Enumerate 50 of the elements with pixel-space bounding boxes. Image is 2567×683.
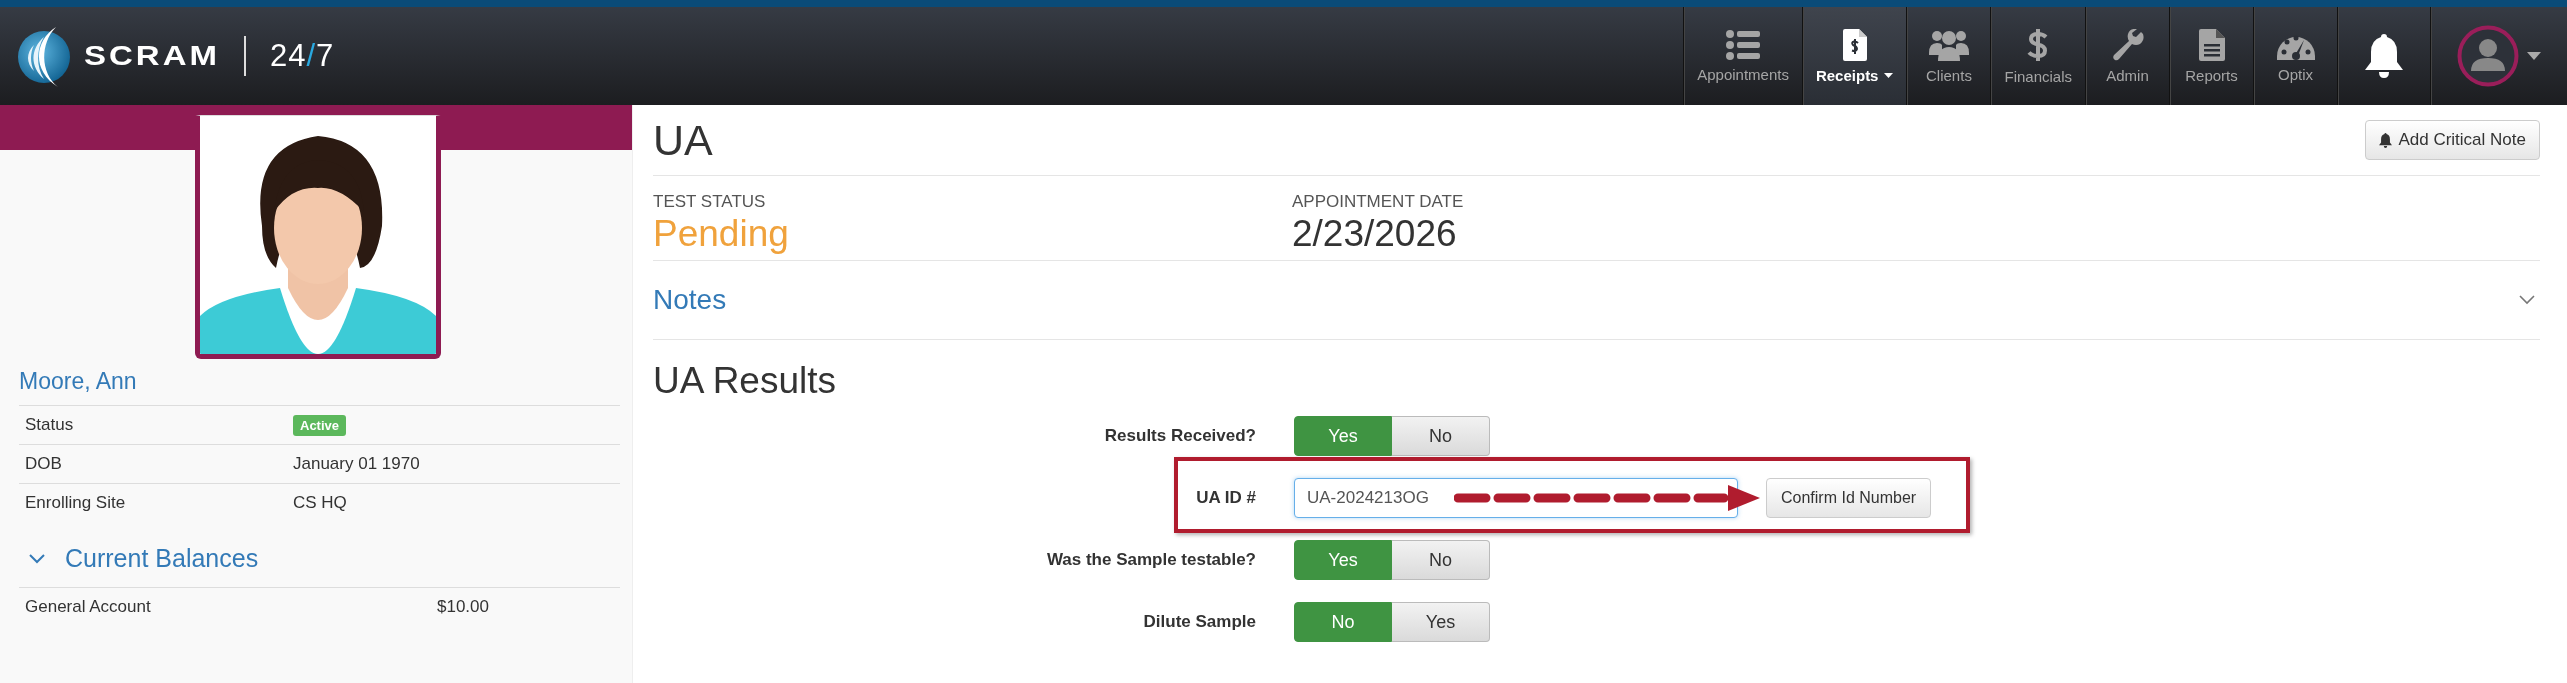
list-icon <box>1726 29 1761 60</box>
nav-tab[interactable]: Receipts <box>1801 7 1907 105</box>
section-title: UA Results <box>653 360 837 402</box>
field-label: APPOINTMENT DATE <box>1292 192 1464 212</box>
field-label: TEST STATUS <box>653 192 767 212</box>
section-title[interactable]: Current Balances <box>65 544 259 573</box>
toggle-option[interactable]: No <box>1294 602 1392 642</box>
chevron-icon[interactable] <box>2519 295 2535 305</box>
status-badge: Active <box>293 414 347 436</box>
logo-text: SCRAM <box>84 39 220 73</box>
toggle-option[interactable]: Yes <box>1392 602 1490 642</box>
avatar-icon <box>2457 25 2519 87</box>
nav-tab[interactable]: Clients <box>1906 7 1991 105</box>
detail-label: Enrolling Site <box>25 493 127 513</box>
field-label: Results Received? <box>1103 426 1256 446</box>
add-critical-note-button[interactable]: Add Critical Note <box>2365 120 2540 160</box>
balance-amount: $10.00 <box>437 597 489 617</box>
toggle-option[interactable]: Yes <box>1294 416 1392 456</box>
confirm-button[interactable]: Confirm Id Number <box>1766 478 1932 518</box>
detail-value: CS HQ <box>293 493 347 513</box>
nav-tab[interactable]: Optix <box>2253 7 2337 105</box>
field-label: Was the Sample testable? <box>1045 550 1256 570</box>
appointment-date: 2/23/2026 <box>1292 212 1458 256</box>
detail-label: DOB <box>25 454 63 474</box>
nav-tab[interactable]: Reports <box>2169 7 2253 105</box>
page-title: UA <box>653 115 713 165</box>
toggle-option[interactable]: No <box>1392 540 1490 580</box>
field-label: Dilute Sample <box>1142 612 1256 632</box>
product-name: 24/7 <box>270 38 335 74</box>
chevron-icon[interactable] <box>29 553 45 564</box>
balance-label: General Account <box>25 597 152 617</box>
receipt-icon <box>1842 28 1867 61</box>
bell-icon <box>2379 132 2393 148</box>
wrench-icon <box>2111 28 2144 61</box>
caret-icon <box>2527 52 2541 60</box>
field-label: UA ID # <box>1195 488 1256 508</box>
document-icon <box>2198 28 2225 61</box>
nav-tab[interactable]: Admin <box>2085 7 2169 105</box>
nav-tab[interactable]: Financials <box>1990 7 2085 105</box>
notes-header[interactable]: Notes <box>653 284 727 316</box>
detail-label: Status <box>25 415 75 435</box>
nav-tab[interactable]: Appointments <box>1683 7 1802 105</box>
toggle-option[interactable]: Yes <box>1294 540 1392 580</box>
dollar-icon <box>2027 27 2050 62</box>
toggle-option[interactable]: No <box>1392 416 1490 456</box>
detail-value: January 01 1970 <box>293 454 420 474</box>
people-icon <box>1928 28 1969 61</box>
bell-icon <box>2365 34 2403 78</box>
test-status: Pending <box>653 212 790 256</box>
client-name[interactable]: Moore, Ann <box>19 368 620 405</box>
